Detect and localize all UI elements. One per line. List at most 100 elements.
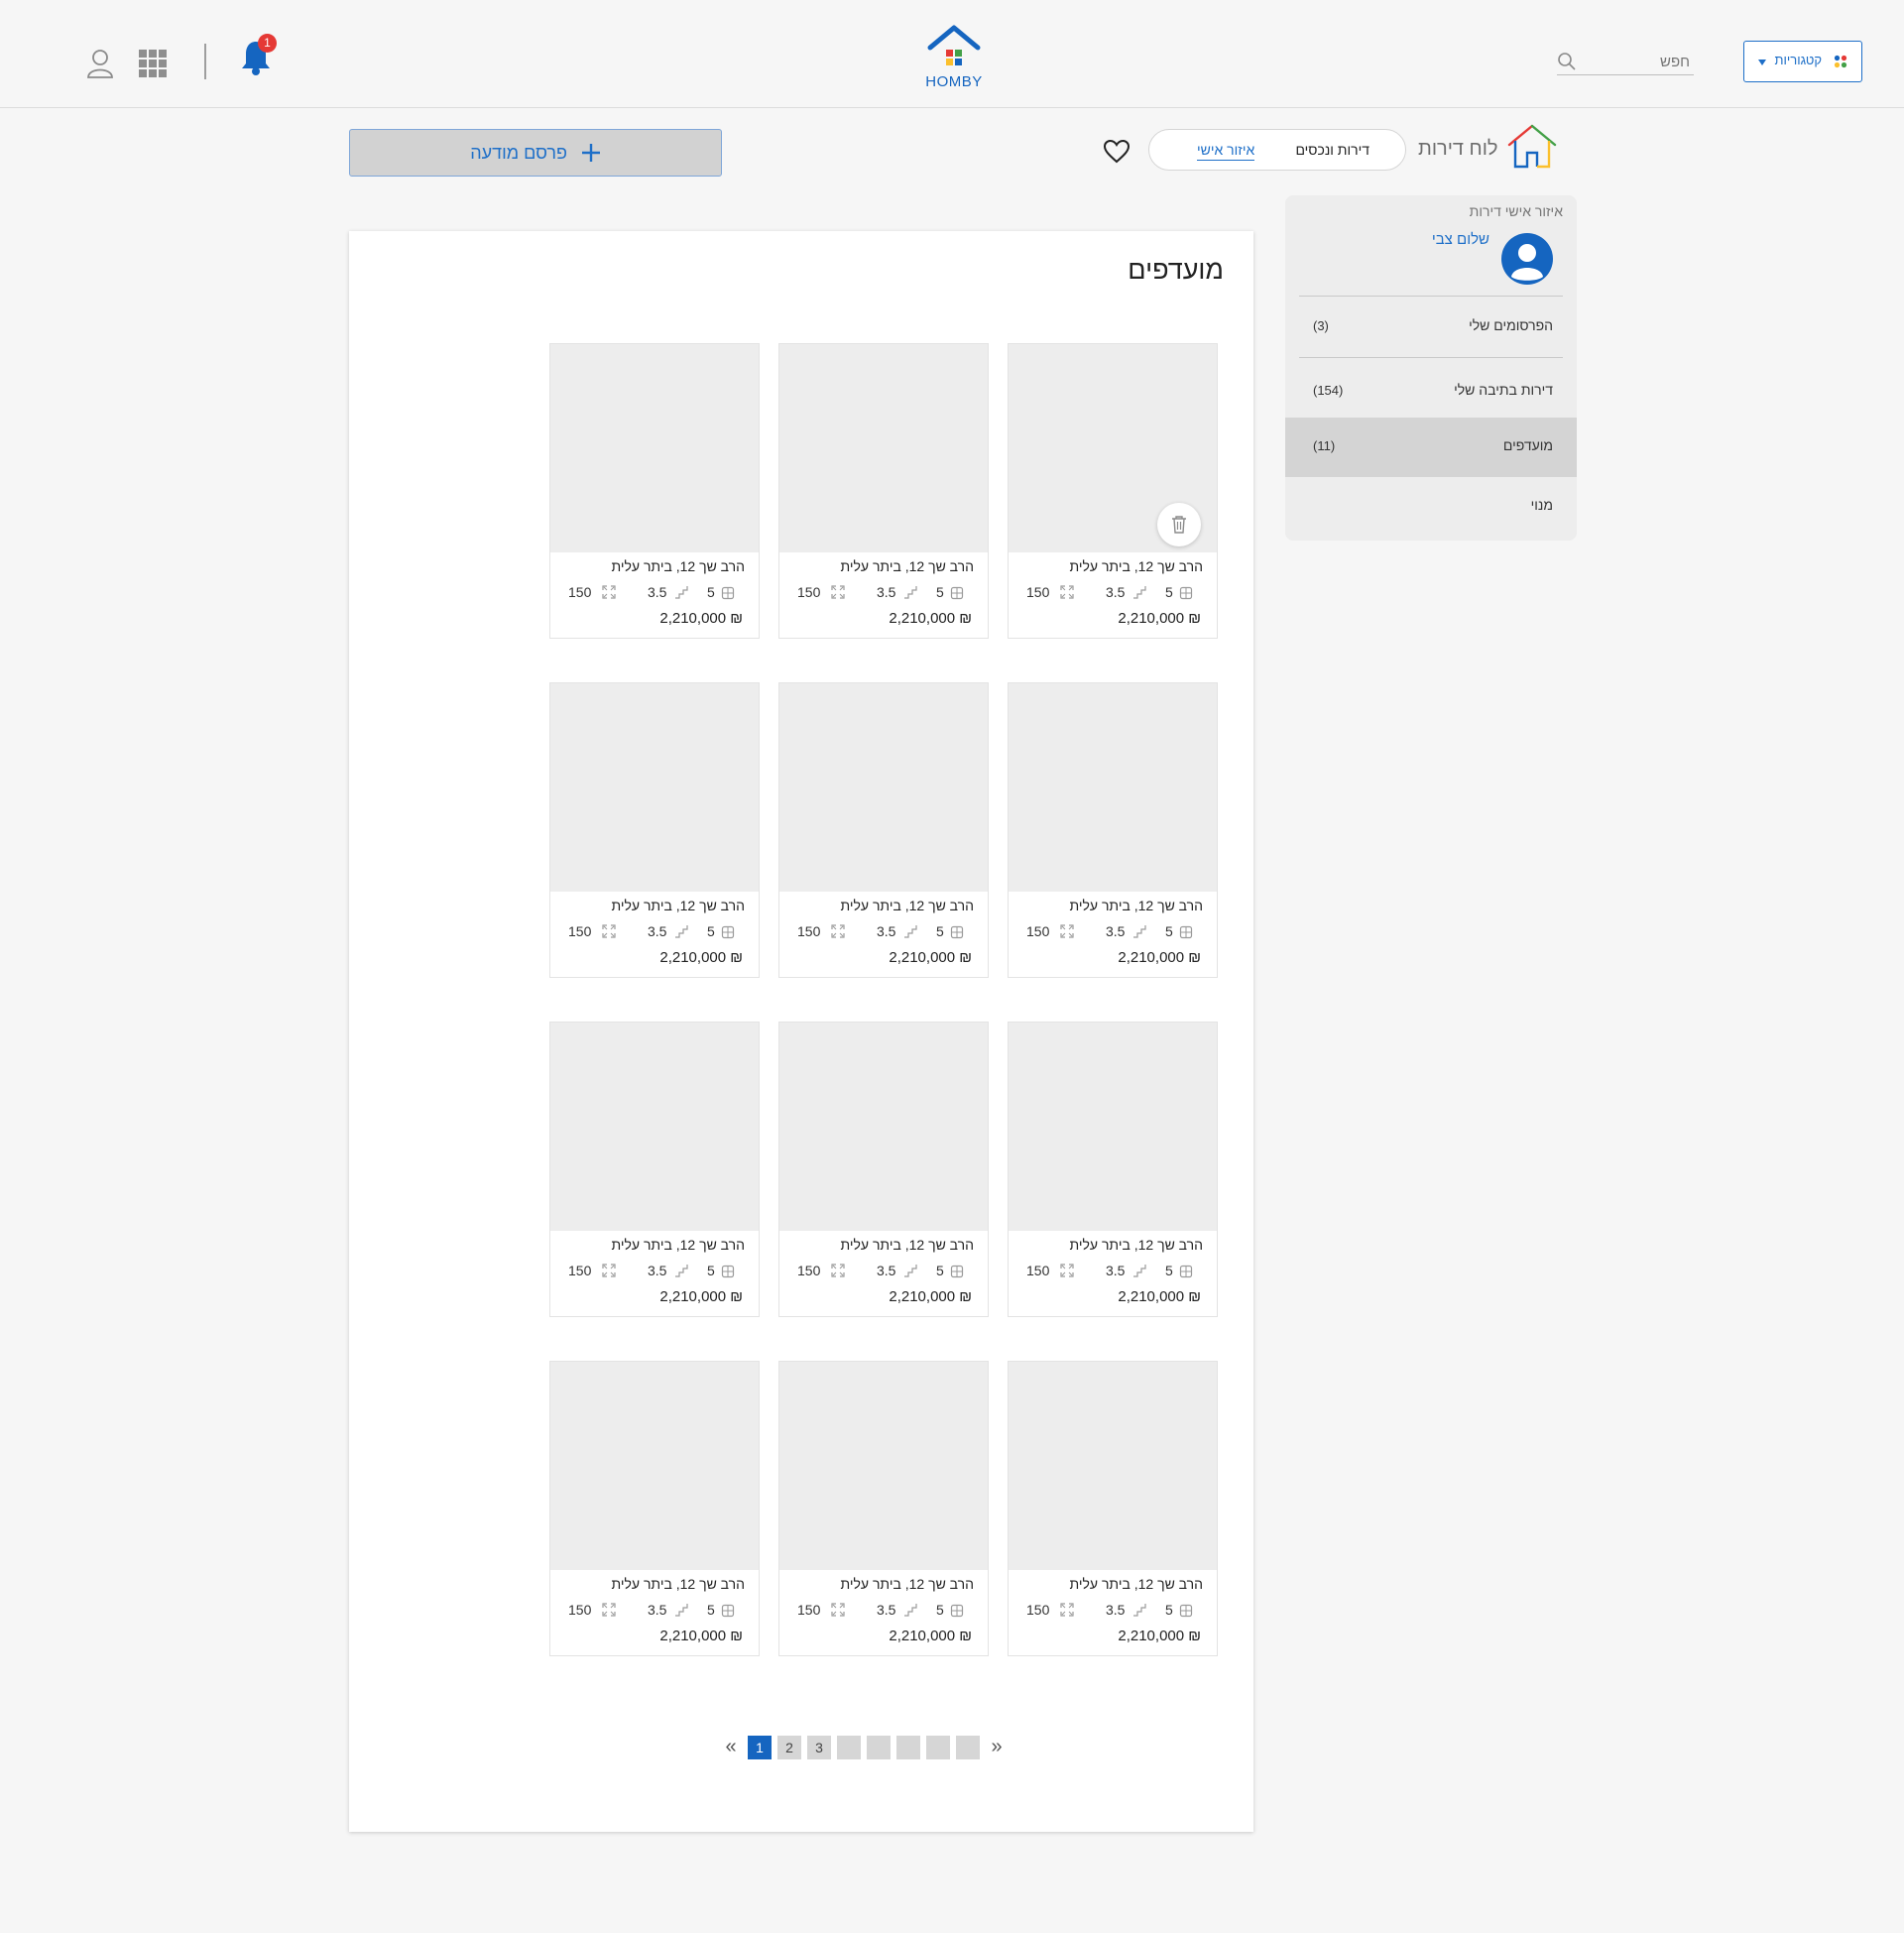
search-input[interactable] xyxy=(1587,50,1690,73)
listing-size: 150 xyxy=(1026,1263,1075,1278)
top-header: 1 HOMBY קטגוריות xyxy=(0,0,1904,108)
listing-image[interactable] xyxy=(1009,1023,1217,1231)
listing-floor-value: 3.5 xyxy=(877,1602,896,1618)
sidebar-item-my-posts[interactable]: הפרסומים שלי (3) xyxy=(1285,298,1577,357)
listing-image[interactable] xyxy=(1009,683,1217,892)
listing-address: הרב שך 12, ביתר עלית xyxy=(840,558,974,574)
rooms-icon xyxy=(721,1265,734,1278)
listing-card[interactable]: הרב שך 12, ביתר עלית 150 3.5 5 2,210,000… xyxy=(1008,1022,1218,1317)
favorites-heart-icon[interactable] xyxy=(1103,139,1130,165)
listing-price: 2,210,000 ₪ xyxy=(1118,610,1201,627)
sidebar-item-subscription[interactable]: מנוי xyxy=(1285,477,1577,537)
listing-size: 150 xyxy=(1026,584,1075,600)
listing-image[interactable] xyxy=(550,344,759,552)
user-name[interactable]: שלום צבי xyxy=(1432,231,1489,248)
user-profile-icon[interactable] xyxy=(85,48,115,79)
listing-floor-value: 3.5 xyxy=(648,1602,667,1618)
rooms-icon xyxy=(950,1265,963,1278)
listing-floor-value: 3.5 xyxy=(648,923,667,939)
pagination-page-1[interactable]: 1 xyxy=(748,1736,772,1759)
listing-card[interactable]: הרב שך 12, ביתר עלית 150 3.5 5 2,210,000… xyxy=(549,1022,760,1317)
pagination-page-5[interactable] xyxy=(867,1736,891,1759)
listing-address: הרב שך 12, ביתר עלית xyxy=(1069,1576,1203,1592)
pagination-prev-button[interactable]: « xyxy=(720,1736,742,1759)
listing-image[interactable] xyxy=(550,683,759,892)
tab-personal-area[interactable]: איזור אישי xyxy=(1197,142,1255,161)
stairs-icon xyxy=(1133,1604,1146,1617)
pagination-page-7[interactable] xyxy=(926,1736,950,1759)
rooms-icon xyxy=(721,1604,734,1618)
listing-floor-value: 3.5 xyxy=(1106,584,1126,600)
listing-size: 150 xyxy=(797,1263,846,1278)
categories-dropdown[interactable]: קטגוריות xyxy=(1743,41,1862,82)
listing-card[interactable]: הרב שך 12, ביתר עלית 150 3.5 5 2,210,000… xyxy=(549,682,760,978)
listing-card[interactable]: הרב שך 12, ביתר עלית 150 3.5 5 2,210,000… xyxy=(778,682,989,978)
listing-size-value: 150 xyxy=(568,1263,592,1278)
listing-size: 150 xyxy=(797,923,846,939)
listing-card[interactable]: הרב שך 12, ביתר עלית 150 3.5 5 2,210,000… xyxy=(549,1361,760,1656)
listing-size: 150 xyxy=(797,1602,846,1618)
listing-image[interactable] xyxy=(779,1023,988,1231)
size-expand-icon xyxy=(831,924,845,938)
listing-price: 2,210,000 ₪ xyxy=(889,1628,972,1644)
rooms-icon xyxy=(1179,1604,1192,1618)
search-icon[interactable] xyxy=(1557,52,1577,71)
listing-rooms-value: 5 xyxy=(707,584,715,600)
sidebar-divider xyxy=(1299,296,1563,297)
homby-logo[interactable]: HOMBY xyxy=(922,24,986,93)
sidebar-item-favorites[interactable]: מועדפים (11) xyxy=(1285,418,1577,477)
pagination-page-2[interactable]: 2 xyxy=(777,1736,801,1759)
listing-floor-value: 3.5 xyxy=(648,1263,667,1278)
categories-label: קטגוריות xyxy=(1774,53,1822,67)
sidebar-divider xyxy=(1299,357,1563,358)
listing-image[interactable] xyxy=(779,344,988,552)
post-ad-button[interactable]: פרסם מודעה xyxy=(349,129,722,177)
pagination-page-8[interactable] xyxy=(956,1736,980,1759)
listing-image[interactable] xyxy=(550,1023,759,1231)
listing-rooms: 5 xyxy=(1165,584,1193,600)
listing-image[interactable] xyxy=(550,1362,759,1570)
listing-card[interactable]: הרב שך 12, ביתר עלית 150 3.5 5 2,210,000… xyxy=(549,343,760,639)
avatar[interactable] xyxy=(1501,233,1553,285)
pagination-next-button[interactable]: » xyxy=(986,1736,1008,1759)
remove-favorite-button[interactable] xyxy=(1157,503,1201,546)
listing-card[interactable]: הרב שך 12, ביתר עלית 150 3.5 5 2,210,000… xyxy=(778,1022,989,1317)
listing-size: 150 xyxy=(568,1602,617,1618)
listing-floor-value: 3.5 xyxy=(877,1263,896,1278)
pagination-page-4[interactable] xyxy=(837,1736,861,1759)
listing-rooms-value: 5 xyxy=(707,1263,715,1278)
sidebar-item-count: (11) xyxy=(1313,438,1336,453)
listing-rooms: 5 xyxy=(707,923,735,939)
pagination-page-3[interactable]: 3 xyxy=(807,1736,831,1759)
size-expand-icon xyxy=(602,1264,616,1277)
listing-floor-value: 3.5 xyxy=(648,584,667,600)
sidebar-item-my-inbox[interactable]: דירות בתיבה שלי (154) xyxy=(1285,362,1577,422)
sidebar-item-count: (154) xyxy=(1313,383,1344,398)
listing-card[interactable]: הרב שך 12, ביתר עלית 150 3.5 5 2,210,000… xyxy=(1008,1361,1218,1656)
search-box[interactable] xyxy=(1557,50,1694,75)
board-title: לוח דירות xyxy=(1418,138,1498,160)
pagination-page-6[interactable] xyxy=(896,1736,920,1759)
apps-grid-icon[interactable] xyxy=(139,50,167,77)
listing-image[interactable] xyxy=(1009,1362,1217,1570)
listing-image[interactable] xyxy=(779,1362,988,1570)
listing-floor: 3.5 xyxy=(648,1263,690,1278)
rooms-icon xyxy=(950,586,963,600)
size-expand-icon xyxy=(831,585,845,599)
rooms-icon xyxy=(1179,925,1192,939)
listing-card[interactable]: הרב שך 12, ביתר עלית 150 3.5 5 2,210,000… xyxy=(778,343,989,639)
listing-size-value: 150 xyxy=(1026,584,1050,600)
listing-card[interactable]: הרב שך 12, ביתר עלית 150 3.5 5 2,210,000… xyxy=(778,1361,989,1656)
listing-specs: 150 3.5 5 xyxy=(568,584,747,602)
dropdown-arrow-icon xyxy=(1758,60,1766,65)
listing-price: 2,210,000 ₪ xyxy=(889,1288,972,1305)
listing-size-value: 150 xyxy=(1026,1602,1050,1618)
tab-apartments-properties[interactable]: דירות ונכסים xyxy=(1295,142,1369,158)
listing-card[interactable]: הרב שך 12, ביתר עלית 150 3.5 5 2,210,000… xyxy=(1008,682,1218,978)
listing-card[interactable]: הרב שך 12, ביתר עלית 150 3.5 5 2,210,000… xyxy=(1008,343,1218,639)
listing-rooms-value: 5 xyxy=(936,584,944,600)
listing-rooms-value: 5 xyxy=(707,923,715,939)
listing-address: הרב שך 12, ביתר עלית xyxy=(840,1237,974,1253)
listing-specs: 150 3.5 5 xyxy=(797,923,976,941)
listing-image[interactable] xyxy=(779,683,988,892)
